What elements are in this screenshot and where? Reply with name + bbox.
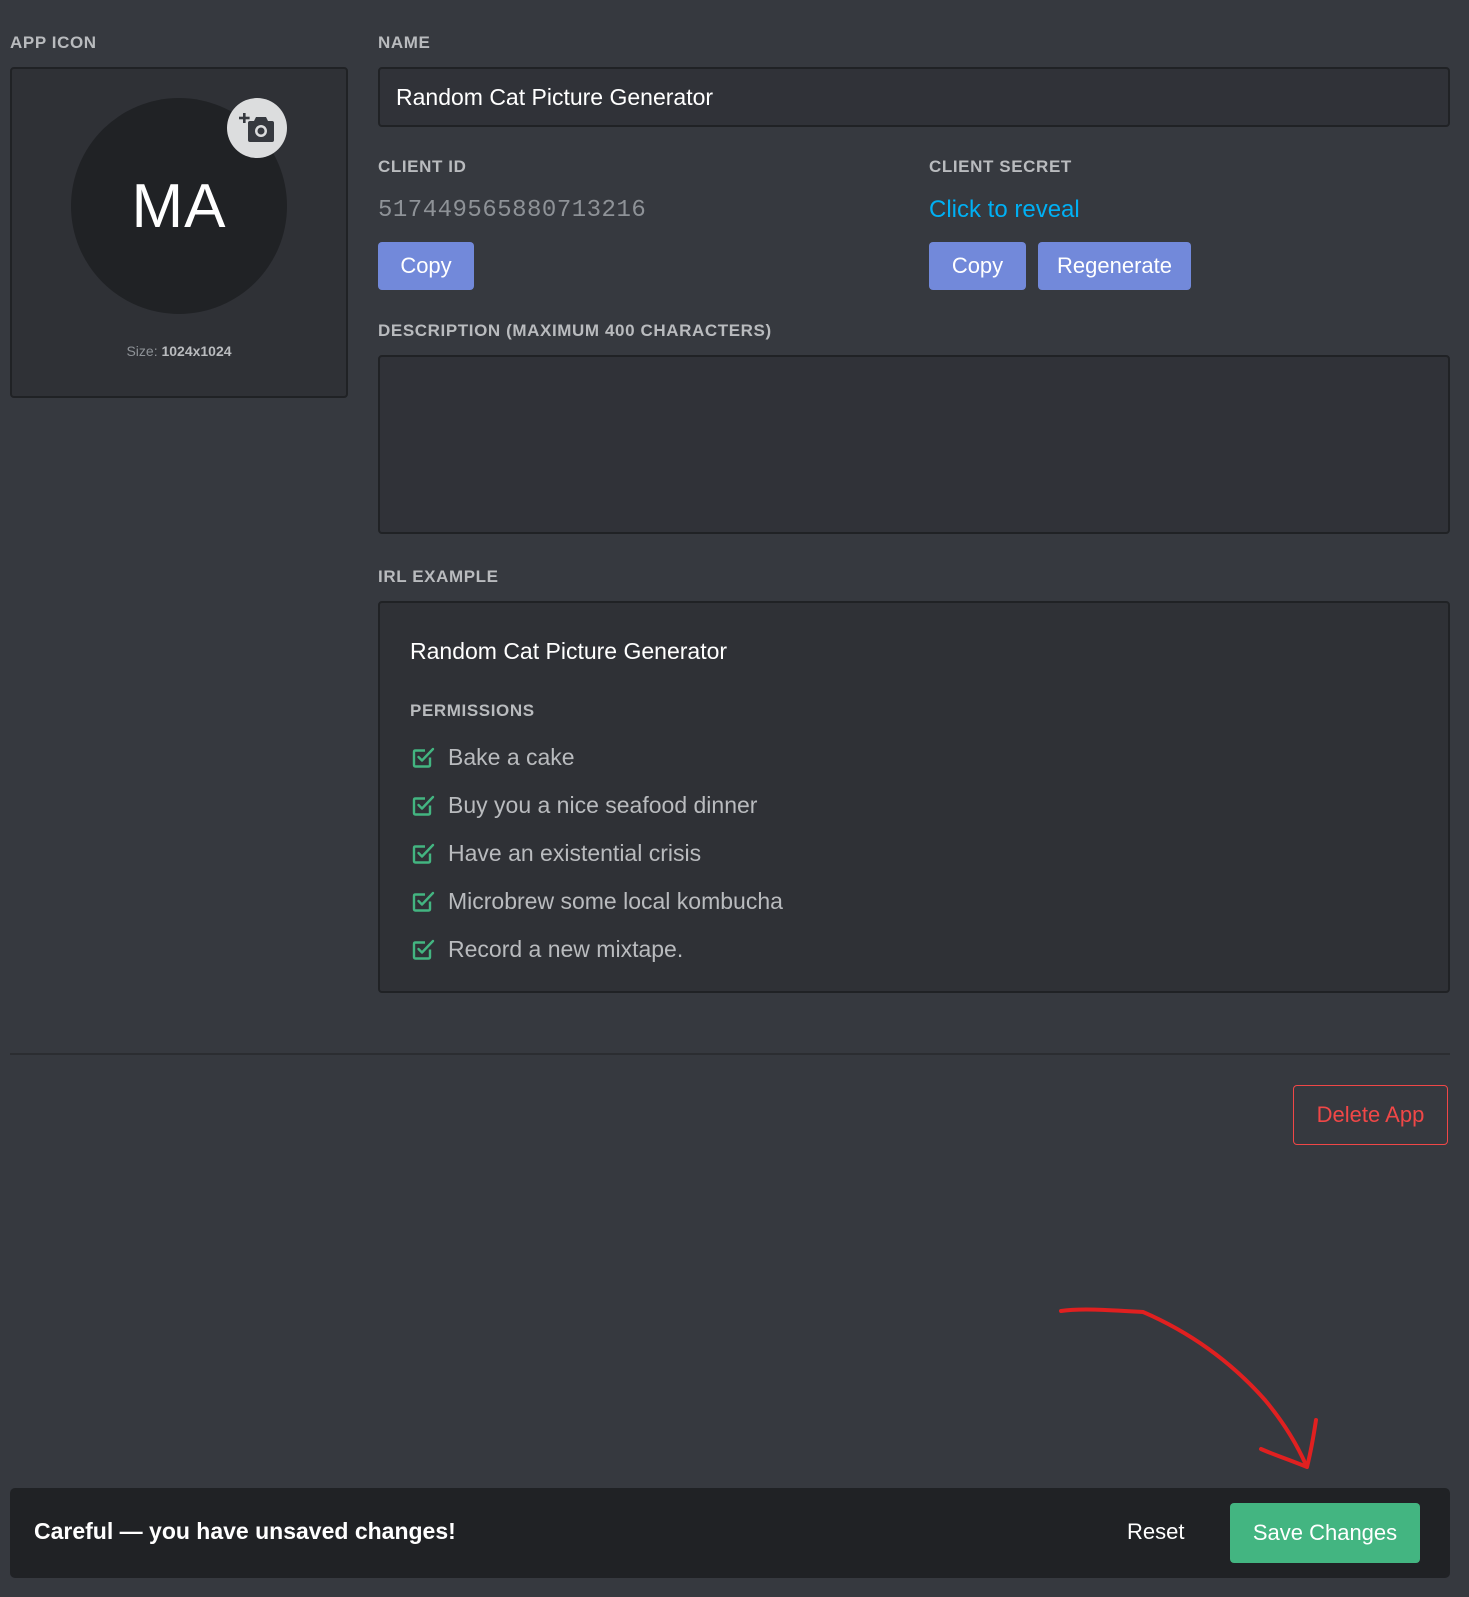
irl-example-label: IRL EXAMPLE [378,567,499,586]
add-photo-icon [239,113,274,142]
permission-text: Microbrew some local kombucha [448,887,783,914]
permission-item: Bake a cake [412,733,783,781]
app-name-input[interactable] [378,67,1450,127]
upload-icon-button[interactable] [227,98,287,158]
description-textarea[interactable] [378,355,1450,534]
client-secret-label: CLIENT SECRET [929,157,1072,176]
delete-app-button[interactable]: Delete App [1293,1085,1448,1145]
permissions-list: Bake a cake Buy you a nice seafood dinner… [412,733,783,973]
name-label: NAME [378,33,431,52]
permission-item: Buy you a nice seafood dinner [412,781,783,829]
app-icon-label: APP ICON [10,33,97,52]
copy-client-secret-button[interactable]: Copy [929,242,1026,290]
save-changes-button[interactable]: Save Changes [1230,1503,1420,1563]
checkbox-checked-icon [412,795,435,816]
permission-text: Record a new mixtape. [448,935,684,962]
section-divider [10,1053,1450,1055]
app-settings-page: APP ICON MA Size: 1024x1024 NAME CLIENT … [0,0,1469,1597]
permissions-label: PERMISSIONS [410,701,535,720]
reset-button[interactable]: Reset [1127,1519,1184,1545]
permission-item: Microbrew some local kombucha [412,877,783,925]
unsaved-changes-message: Careful — you have unsaved changes! [34,1518,456,1544]
client-id-value: 517449565880713216 [378,197,647,224]
description-label: DESCRIPTION (MAXIMUM 400 CHARACTERS) [378,321,772,340]
annotation-arrow-icon [1059,1307,1318,1469]
client-id-label: CLIENT ID [378,157,467,176]
icon-size-hint: Size: 1024x1024 [12,343,346,359]
permission-text: Bake a cake [448,743,575,770]
checkbox-checked-icon [412,843,435,864]
size-value: 1024x1024 [161,343,232,359]
permission-item: Have an existential crisis [412,829,783,877]
size-prefix: Size: [126,343,158,359]
app-icon-panel: MA Size: 1024x1024 [10,67,348,398]
unsaved-changes-bar: Careful — you have unsaved changes! Rese… [10,1488,1450,1578]
regenerate-secret-button[interactable]: Regenerate [1038,242,1191,290]
checkbox-checked-icon [412,891,435,912]
reveal-secret-link[interactable]: Click to reveal [929,196,1080,224]
permission-text: Have an existential crisis [448,839,702,866]
checkbox-checked-icon [412,939,435,960]
checkbox-checked-icon [412,747,435,768]
avatar-initials: MA [131,171,227,241]
copy-client-id-button[interactable]: Copy [378,242,474,290]
irl-app-name: Random Cat Picture Generator [410,638,728,664]
irl-example-card: Random Cat Picture Generator PERMISSIONS… [378,601,1450,993]
permission-text: Buy you a nice seafood dinner [448,791,758,818]
permission-item: Record a new mixtape. [412,925,783,973]
